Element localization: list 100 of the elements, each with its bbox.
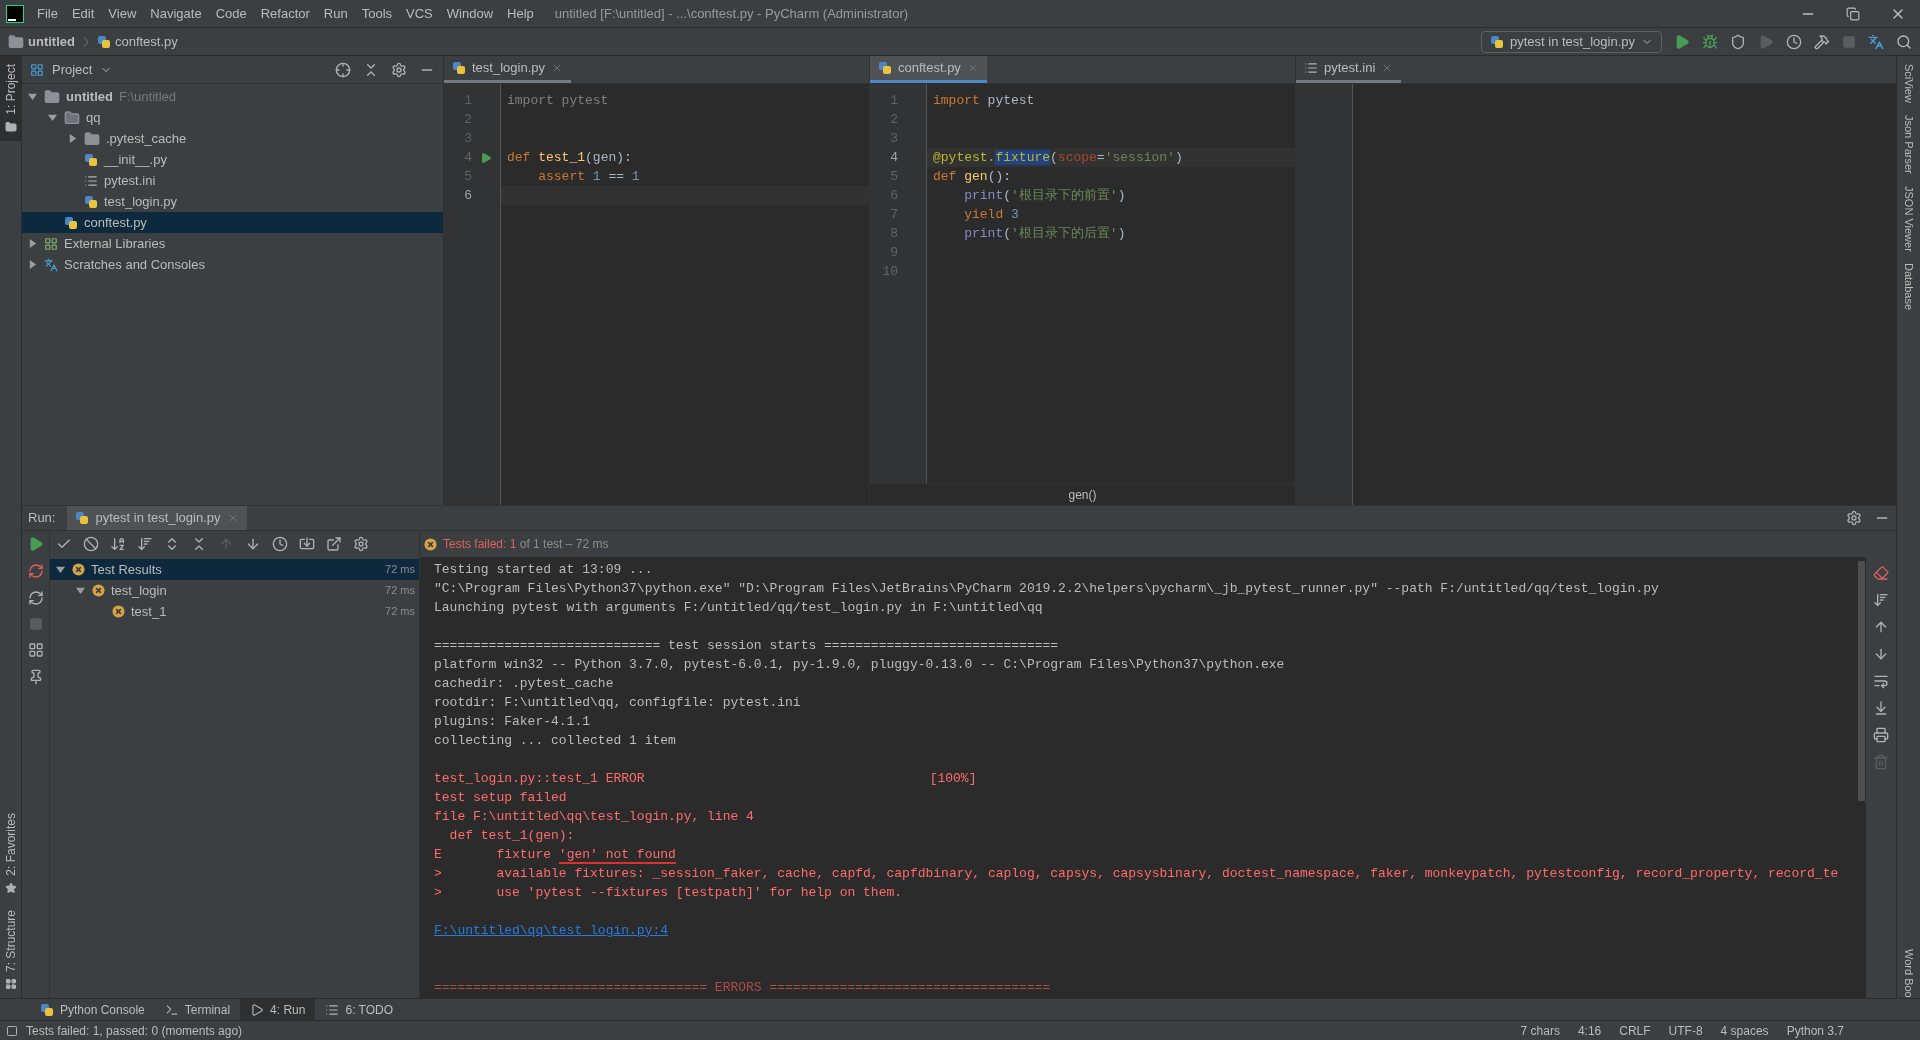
tool-window-tab[interactable]: 1: Project: [0, 56, 21, 141]
menu-item[interactable]: Run: [316, 3, 355, 24]
code-line: def test_1(gen):: [507, 148, 632, 167]
tab-label: test_login.py: [472, 59, 545, 78]
translate-icon[interactable]: [1868, 33, 1884, 50]
tree-item[interactable]: conftest.py: [22, 212, 443, 233]
sort-icon[interactable]: [1873, 592, 1889, 608]
soft-wrap-icon[interactable]: [1873, 673, 1889, 689]
breadcrumb[interactable]: gen(): [1068, 485, 1097, 504]
editor-tab[interactable]: conftest.py: [870, 56, 987, 83]
menu-item[interactable]: File: [30, 3, 65, 24]
clear-icon[interactable]: [1873, 565, 1889, 581]
tree-item-label: untitled: [66, 87, 113, 106]
tree-item[interactable]: __init__.py: [22, 149, 443, 170]
expand-arrow-icon[interactable]: [68, 134, 77, 143]
menu-item[interactable]: Window: [439, 3, 501, 24]
menu-item[interactable]: Edit: [64, 3, 102, 24]
console-line: > available fixtures: _session_faker, cache, capfd, capfdbinary, caplog, capsys, capsysbinary, doctest_namespace, faker, monkeypatch, pytestconfig, record_property, record_te: [434, 864, 1839, 883]
tree-item[interactable]: pytest.ini: [22, 170, 443, 191]
status-item[interactable]: 7 chars: [1520, 1021, 1560, 1040]
ignored-icon[interactable]: [83, 536, 99, 552]
locate-icon[interactable]: [335, 61, 351, 78]
tree-item[interactable]: External Libraries: [22, 233, 443, 254]
collapse-arrow-icon[interactable]: [76, 586, 85, 595]
tool-window-tab[interactable]: Word Boo: [1900, 949, 1917, 998]
tool-window-tab[interactable]: 4: Run: [240, 999, 316, 1020]
profile-icon[interactable]: [1786, 33, 1802, 50]
panel-title[interactable]: Project: [52, 59, 93, 80]
status-item[interactable]: 4 spaces: [1720, 1021, 1769, 1040]
expand-arrow-icon[interactable]: [28, 260, 37, 269]
breadcrumb-item[interactable]: conftest.py: [114, 31, 178, 52]
status-item[interactable]: Python 3.7: [1786, 1021, 1844, 1040]
next-icon[interactable]: [245, 536, 261, 552]
tree-item[interactable]: qq: [22, 107, 443, 128]
status-item[interactable]: CRLF: [1619, 1021, 1651, 1040]
menu-item[interactable]: VCS: [399, 3, 440, 24]
menu-item[interactable]: View: [101, 3, 144, 24]
scrollbar[interactable]: [1857, 561, 1865, 801]
expand-arrow-icon[interactable]: [28, 239, 37, 248]
breadcrumb-item[interactable]: untitled: [28, 31, 75, 52]
menu-item[interactable]: Code: [208, 3, 254, 24]
python-icon: [75, 511, 90, 525]
menu-item[interactable]: Tools: [354, 3, 400, 24]
python-file-icon: [452, 61, 466, 75]
search-icon[interactable]: [1896, 33, 1912, 50]
test-tree-item[interactable]: test_login 72 ms: [50, 580, 419, 601]
export-icon[interactable]: [326, 536, 342, 552]
collapse-arrow-icon[interactable]: [56, 565, 65, 574]
run-icon[interactable]: [1674, 33, 1690, 50]
tree-item[interactable]: test_login.py: [22, 191, 443, 212]
tree-item[interactable]: .pytest_cache: [22, 128, 443, 149]
tool-window-tab[interactable]: 2: Favorites: [0, 805, 21, 902]
settings-icon[interactable]: [391, 61, 407, 78]
tool-window-tab[interactable]: Database: [1900, 263, 1917, 311]
menu-item[interactable]: Navigate: [143, 3, 209, 24]
status-message: Tests failed: 1, passed: 0 (moments ago): [26, 1022, 243, 1040]
star-icon: [4, 881, 17, 894]
restore-icon[interactable]: [1846, 6, 1860, 21]
tree-item-label: .pytest_cache: [106, 129, 187, 148]
python-icon: [40, 1002, 54, 1017]
print-icon[interactable]: [1873, 727, 1889, 743]
coverage-icon[interactable]: [1730, 33, 1746, 50]
code-line: import pytest: [933, 91, 1035, 110]
tool-window-tab[interactable]: Python Console: [30, 999, 155, 1020]
debug-icon[interactable]: [1702, 33, 1718, 50]
status-item[interactable]: 4:16: [1577, 1021, 1602, 1040]
layout-icon[interactable]: [27, 642, 44, 658]
history-icon[interactable]: [272, 536, 288, 552]
settings-icon[interactable]: [353, 536, 369, 552]
tool-window-tab[interactable]: Json Parser: [1900, 114, 1917, 174]
tool-window-tab[interactable]: SciView: [1900, 64, 1917, 103]
sort-duration-icon[interactable]: [137, 536, 153, 552]
settings-icon[interactable]: [1846, 510, 1862, 526]
toggle-auto-test-icon[interactable]: [27, 590, 44, 606]
menu-item[interactable]: Help: [500, 3, 541, 24]
tree-item[interactable]: untitled F:\untitled: [22, 86, 443, 107]
test-tree-item[interactable]: test_1 72 ms: [50, 601, 419, 622]
import-icon[interactable]: [299, 536, 315, 552]
collapse-arrow-icon[interactable]: [48, 113, 57, 122]
tool-window-tab[interactable]: 6: TODO: [315, 999, 404, 1020]
status-item[interactable]: UTF-8: [1668, 1021, 1703, 1040]
file-link[interactable]: F:\untitled\qq\test_login.py:4: [434, 920, 669, 941]
tool-window-tab[interactable]: 7: Structure: [0, 901, 21, 998]
tree-item[interactable]: Scratches and Consoles: [22, 254, 443, 275]
tree-item-label: test_login.py: [104, 192, 177, 211]
scroll-to-end-icon[interactable]: [1873, 700, 1889, 716]
path-hint: F:\untitled: [118, 87, 177, 106]
rerun-failed-icon[interactable]: [27, 563, 44, 579]
tool-window-tab[interactable]: JSON Viewer: [1900, 185, 1917, 252]
collapse-arrow-icon[interactable]: [28, 92, 37, 101]
build-icon[interactable]: [1814, 33, 1830, 50]
sort-alpha-icon[interactable]: [110, 536, 126, 552]
test-tree-item[interactable]: Test Results 72 ms: [50, 559, 419, 580]
panel-toggle-icon[interactable]: [6, 1024, 18, 1037]
run-tab[interactable]: pytest in test_login.py: [67, 506, 247, 530]
tool-window-tab[interactable]: Terminal: [154, 999, 241, 1020]
progress-percent: [100%]: [929, 769, 977, 788]
menu-item[interactable]: Refactor: [253, 3, 317, 24]
run-gutter-icon[interactable]: [480, 151, 492, 164]
run-config-dropdown[interactable]: pytest in test_login.py: [1480, 30, 1662, 53]
